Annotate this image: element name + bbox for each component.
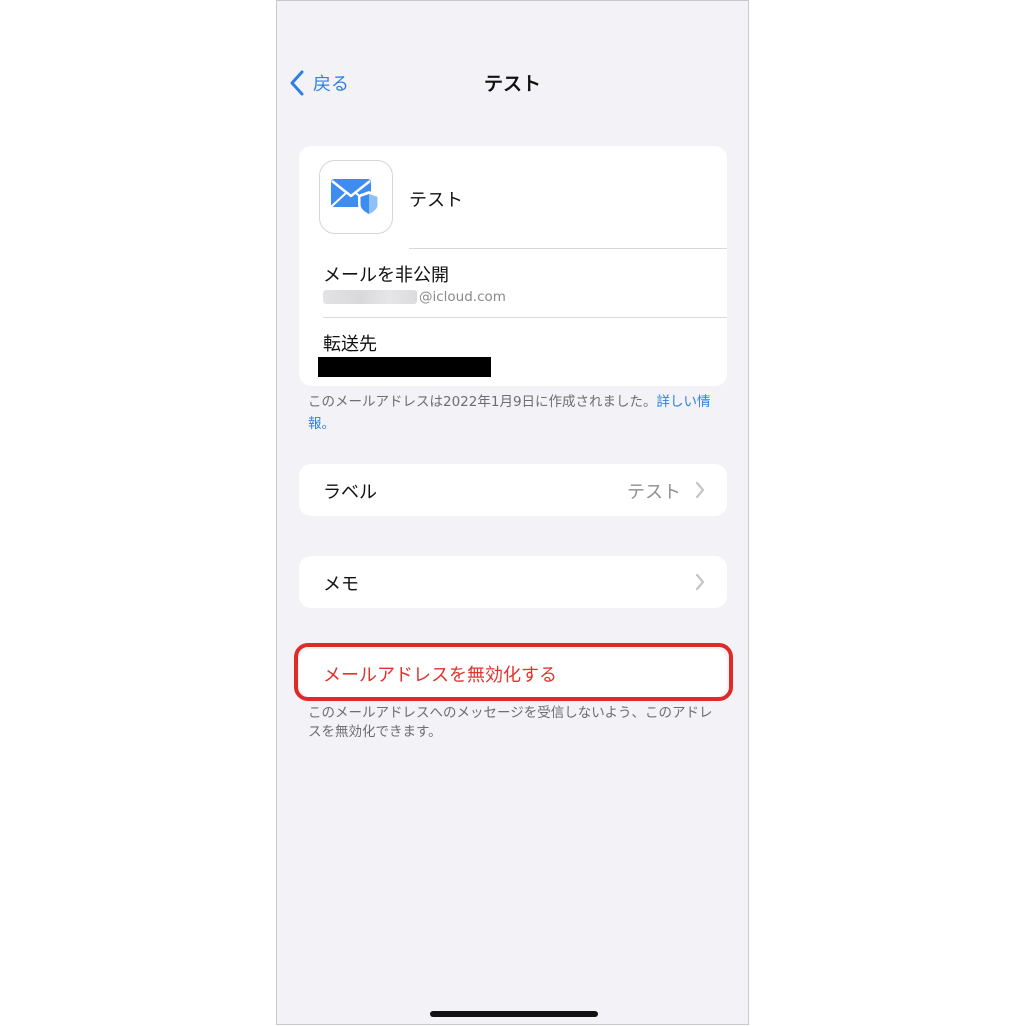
label-row-title: ラベル — [323, 482, 377, 503]
app-icon — [319, 160, 393, 234]
highlight-annotation — [294, 643, 733, 701]
divider — [409, 248, 727, 249]
phone-screen: 戻る テスト テスト メールを非公開 @icloud.com 転送先 このメール… — [276, 0, 749, 1025]
blurred-email-username — [323, 290, 417, 304]
app-name: テスト — [409, 190, 463, 211]
redacted-forward-address — [318, 357, 491, 377]
forward-to-label: 転送先 — [323, 334, 377, 355]
created-note: このメールアドレスは2022年1月9日に作成されました。詳しい情報。 — [308, 391, 728, 435]
navigation-bar: 戻る テスト — [277, 63, 748, 103]
hidden-email-address: @icloud.com — [323, 288, 506, 306]
mail-shield-icon — [331, 179, 380, 217]
created-note-text: このメールアドレスは2022年1月9日に作成されました。 — [308, 394, 657, 410]
divider — [323, 317, 727, 318]
label-row[interactable]: ラベル テスト — [299, 464, 727, 516]
memo-row[interactable]: メモ — [299, 556, 727, 608]
home-indicator[interactable] — [430, 1011, 598, 1017]
learn-more-link[interactable]: 詳しい情 — [657, 394, 711, 410]
page-title: テスト — [483, 73, 541, 95]
hide-email-label: メールを非公開 — [323, 265, 449, 286]
deactivate-note-line2: スを無効化できます。 — [308, 724, 442, 740]
memo-row-title: メモ — [323, 574, 359, 595]
address-summary-card: テスト メールを非公開 @icloud.com 転送先 — [299, 146, 727, 386]
deactivate-note-line1: このメールアドレスへのメッセージを受信しないよう、このアドレ — [308, 705, 713, 721]
label-row-value: テスト — [627, 482, 681, 503]
chevron-right-icon — [695, 573, 705, 591]
email-domain: @icloud.com — [419, 289, 506, 305]
deactivate-note: このメールアドレスへのメッセージを受信しないよう、このアドレ スを無効化できます… — [308, 704, 728, 742]
learn-more-link-continued[interactable]: 報。 — [308, 416, 335, 432]
chevron-right-icon — [695, 481, 705, 499]
